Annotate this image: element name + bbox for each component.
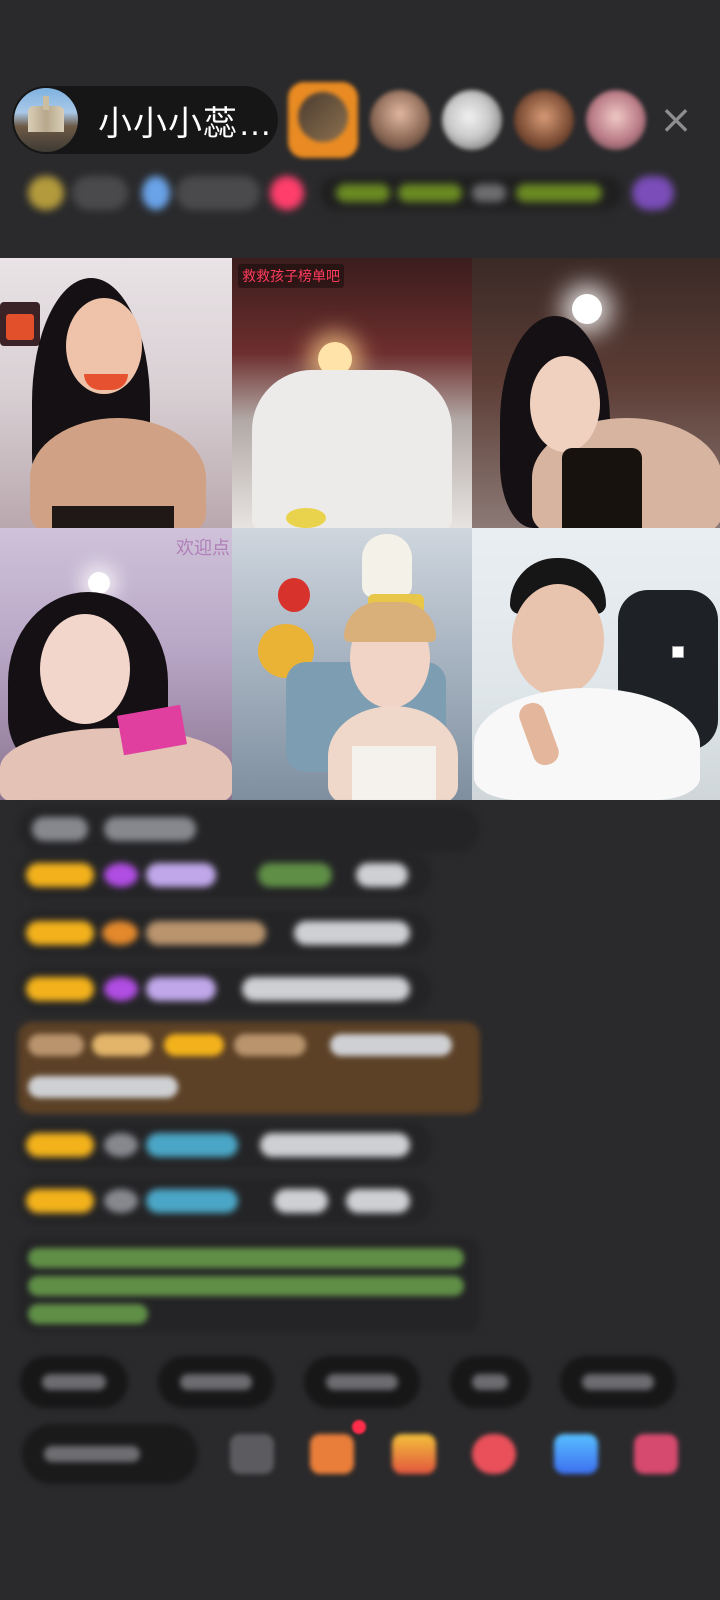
room-info-row[interactable]: [20, 168, 688, 218]
plush-toy: [278, 578, 310, 612]
multi-guest-video-grid: 救救孩子榜单吧 欢迎点: [0, 258, 720, 800]
ticker-item: [472, 184, 506, 202]
viewer-avatar-3[interactable]: [442, 90, 502, 150]
guest-video-1[interactable]: [0, 258, 232, 528]
guest-banner: 救救孩子榜单吧: [238, 264, 344, 288]
system-notice: [18, 1238, 480, 1332]
viewer-avatar-5[interactable]: [586, 90, 646, 150]
chat-message: [18, 806, 480, 852]
quick-reply-chip[interactable]: [158, 1356, 274, 1408]
guest-video-4[interactable]: 欢迎点: [0, 528, 232, 800]
ticker-item: [516, 184, 602, 202]
quick-reply-chip[interactable]: [560, 1356, 676, 1408]
lamp-glow: [6, 314, 34, 340]
host-avatar[interactable]: [14, 88, 78, 152]
chair: [252, 370, 452, 528]
gift-icon: [632, 176, 674, 210]
share-icon[interactable]: [554, 1434, 598, 1474]
viewer-avatar-4[interactable]: [514, 90, 574, 150]
guest-video-2[interactable]: 救救孩子榜单吧: [232, 258, 472, 528]
hot-value: [72, 176, 128, 210]
quick-reply-bar: [20, 1356, 676, 1408]
torso: [474, 688, 700, 800]
close-icon[interactable]: ×: [654, 98, 698, 142]
interact-icon[interactable]: [472, 1434, 516, 1474]
fans-club-icon: [270, 176, 304, 210]
more-icon[interactable]: [634, 1434, 678, 1474]
notification-dot: [352, 1420, 366, 1434]
viewer-avatar-1[interactable]: [288, 82, 358, 158]
quick-reply-chip[interactable]: [304, 1356, 420, 1408]
face: [40, 614, 130, 724]
host-name[interactable]: 小小小蕊…: [98, 96, 273, 145]
top-garment: [52, 506, 174, 528]
guest-video-6[interactable]: [472, 528, 720, 800]
wall-switch: [672, 646, 684, 658]
ticker-item: [336, 184, 390, 202]
top-garment: [352, 746, 436, 800]
viewer-avatar-2[interactable]: [370, 90, 430, 150]
chat-message: [18, 852, 432, 898]
host-info-pill[interactable]: 小小小蕊…: [12, 86, 278, 154]
quick-reply-chip[interactable]: [20, 1356, 128, 1408]
emoji-icon[interactable]: [230, 1434, 274, 1474]
face: [512, 584, 604, 696]
level-badge: [28, 176, 64, 210]
rank-icon: [142, 176, 170, 210]
face: [530, 356, 600, 452]
rank-text: [176, 176, 260, 210]
comment-input[interactable]: [22, 1424, 198, 1484]
torso: [0, 728, 232, 800]
guest-video-5[interactable]: [232, 528, 472, 800]
top-viewers: [288, 80, 646, 160]
chat-message-highlight: [18, 1022, 480, 1114]
quick-reply-chip[interactable]: [450, 1356, 530, 1408]
chat-message: [18, 1122, 432, 1168]
game-icon[interactable]: [310, 1434, 354, 1474]
ticker-item: [398, 184, 462, 202]
welcome-overlay: 欢迎点: [176, 538, 230, 559]
gift-icon[interactable]: [392, 1434, 436, 1474]
duck-effect: [362, 534, 412, 598]
toy: [286, 508, 326, 528]
ring-light: [572, 294, 602, 324]
chat-message: [18, 1178, 432, 1224]
chat-message: [18, 966, 432, 1012]
guest-video-3[interactable]: [472, 258, 720, 528]
top-garment: [562, 448, 642, 528]
ring-light: [88, 572, 110, 594]
chat-message: [18, 910, 432, 956]
